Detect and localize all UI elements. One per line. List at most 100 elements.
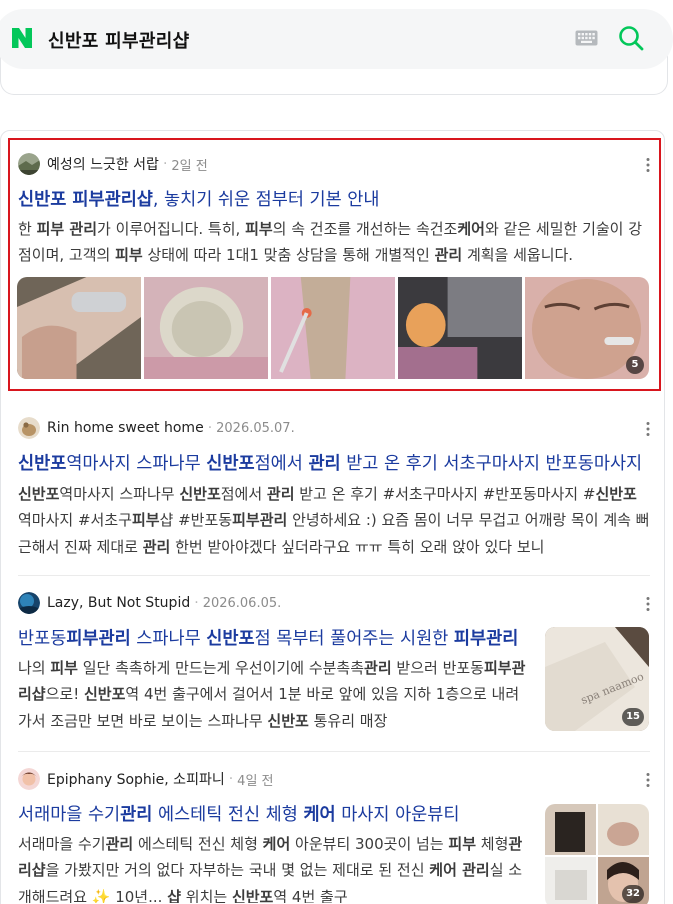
text-segment: , 놓치기 쉬운 점부터 기본 안내 xyxy=(152,190,380,210)
post-date: 4일 전 xyxy=(237,773,274,789)
author-name[interactable]: Rin home sweet home xyxy=(47,420,204,436)
separator: · xyxy=(162,156,168,172)
highlighted-keyword: 피부 xyxy=(50,659,78,677)
image-face-mask[interactable] xyxy=(144,277,268,379)
text-segment: 아운뷰티 300곳이 넘는 xyxy=(290,835,449,853)
text-segment: 스파나무 xyxy=(130,629,207,649)
image-count-badge: 32 xyxy=(622,885,644,903)
text-segment: 의 속 건조를 개선하는 속건조 xyxy=(272,220,458,238)
author-row: Epiphany Sophie, 소피파니 · 4일 전 xyxy=(18,767,274,791)
separator: · xyxy=(207,420,213,436)
text-segment: 샵 #반포동 xyxy=(159,511,233,530)
divider xyxy=(18,575,650,576)
post-date: 2026.06.05. xyxy=(202,595,282,611)
more-options-icon[interactable] xyxy=(645,157,651,173)
image-face-light[interactable] xyxy=(398,277,522,379)
highlighted-keyword: 관리 xyxy=(266,485,295,503)
result-title[interactable]: 신반포역마사지 스파나무 신반포점에서 관리 받고 온 후기 서초구마사지 반포… xyxy=(18,452,648,476)
author-name[interactable]: 예성의 느긋한 서랍 xyxy=(47,154,159,174)
text-segment: 서래마을 수기 xyxy=(18,805,121,825)
more-options-icon[interactable] xyxy=(645,596,651,612)
highlighted-keyword: 관리 xyxy=(364,659,392,677)
keyboard-icon[interactable] xyxy=(575,30,598,46)
result-snippet[interactable]: 신반포역마사지 스파나무 신반포점에서 관리 받고 온 후기 #서초구마사지 #… xyxy=(18,481,650,560)
highlighted-keyword: 케어 xyxy=(262,835,291,853)
highlighted-keyword: 케어 xyxy=(303,805,336,825)
separator: · xyxy=(228,771,234,787)
text-segment: 받고 온 후기 서초구마사지 반포동마사지 xyxy=(340,454,643,474)
highlighted-keyword: 샵 xyxy=(167,887,181,903)
author-row: Lazy, But Not Stupid · 2026.06.05. xyxy=(18,591,281,615)
text-segment: 에스테틱 전신 체형 xyxy=(152,805,304,825)
more-options-icon[interactable] xyxy=(645,772,651,788)
separator: · xyxy=(194,595,199,611)
result-snippet[interactable]: 나의 피부 일단 촉촉하게 만드는게 우선이기에 수분촉촉관리 받으러 반포동피… xyxy=(18,655,528,734)
text-segment: 서래마을 수기 xyxy=(18,835,106,853)
text-segment: 을 가봤지만 거의 없다 자부하는 국내 몇 없는 제대로 된 전신 xyxy=(45,861,430,880)
text-segment: 받고 온 후기 #서초구마사지 #반포동마사지 # xyxy=(294,485,596,503)
text-segment: 받으러 반포동 xyxy=(391,659,484,677)
highlighted-keyword: 케어 관리 xyxy=(429,861,490,880)
highlighted-keyword: 신반포 피부관리샵 xyxy=(18,190,153,210)
text-segment: 체형 xyxy=(476,835,509,853)
text-segment: 점에서 xyxy=(254,454,309,474)
text-segment: 마사지 아운뷰티 xyxy=(335,805,460,825)
highlighted-keyword: 신반포 xyxy=(595,485,637,503)
text-segment: 역마사지 #서초구 xyxy=(18,511,132,530)
image-strip[interactable]: 5 xyxy=(17,277,649,379)
author-row: 예성의 느긋한 서랍 · 2일 전 xyxy=(18,152,208,176)
search-icon[interactable] xyxy=(618,25,644,51)
highlighted-keyword: 피부 xyxy=(245,220,273,238)
result-title[interactable]: 서래마을 수기관리 에스테틱 전신 체형 케어 마사지 아운뷰티 xyxy=(18,803,530,827)
highlighted-keyword: 관리 xyxy=(105,835,134,853)
avatar[interactable] xyxy=(18,768,40,790)
image-hand-treatment[interactable] xyxy=(17,277,141,379)
text-segment: 가 이루어집니다. 특히, xyxy=(97,220,246,238)
result-title[interactable]: 신반포 피부관리샵, 놓치기 쉬운 점부터 기본 안내 xyxy=(18,188,648,212)
author-name[interactable]: Epiphany Sophie, 소피파니 xyxy=(47,769,225,789)
highlighted-keyword: 피부 xyxy=(115,246,143,265)
avatar[interactable] xyxy=(18,153,40,175)
text-segment: 점 목부터 풀어주는 시원한 xyxy=(254,629,454,649)
highlighted-keyword: 피부관리 xyxy=(453,629,519,649)
highlighted-keyword: 피부관리 xyxy=(66,629,131,649)
naver-logo[interactable] xyxy=(10,26,34,50)
post-date: 2026.05.07. xyxy=(216,420,295,436)
author-row: Rin home sweet home · 2026.05.07. xyxy=(18,416,295,440)
text-segment: 일단 촉촉하게 만드는게 우선이기에 수분촉촉 xyxy=(77,659,365,677)
result-snippet[interactable]: 서래마을 수기관리 에스테틱 전신 체형 케어 아운뷰티 300곳이 넘는 피부… xyxy=(18,831,528,903)
highlighted-keyword: 관리 xyxy=(434,246,463,265)
result-title[interactable]: 반포동피부관리 스파나무 신반포점 목부터 풀어주는 시원한 피부관리 xyxy=(18,627,530,651)
result-snippet[interactable]: 한 피부 관리가 이루어집니다. 특히, 피부의 속 건조를 개선하는 속건조케… xyxy=(18,216,650,269)
result-thumbnail[interactable]: 32 xyxy=(545,804,649,904)
highlighted-keyword: 신반포 xyxy=(206,629,255,649)
result-thumbnail[interactable]: spa naamoo 15 xyxy=(545,627,649,731)
author-name[interactable]: Lazy, But Not Stupid xyxy=(47,595,190,611)
text-segment: 역마사지 스파나무 xyxy=(66,454,207,474)
highlighted-keyword: 관리 xyxy=(308,454,341,474)
highlighted-keyword: 관리 xyxy=(142,537,171,556)
image-count-badge: 15 xyxy=(622,708,644,726)
highlighted-keyword: 신반포 xyxy=(18,454,67,474)
more-options-icon[interactable] xyxy=(645,421,651,437)
highlighted-keyword: 신반포 xyxy=(267,711,309,730)
search-bar: 신반포 피부관리샵 xyxy=(0,9,673,69)
text-segment: 위치는 xyxy=(181,887,232,903)
text-segment: 역 4번 출구 xyxy=(273,887,348,903)
text-segment: 으로! xyxy=(45,685,84,704)
text-segment: 통유리 매장 xyxy=(308,711,388,730)
image-leg-device[interactable] xyxy=(271,277,395,379)
avatar[interactable] xyxy=(18,417,40,439)
search-input[interactable]: 신반포 피부관리샵 xyxy=(48,27,189,53)
highlighted-keyword: 관리 xyxy=(120,805,153,825)
text-segment: 상태에 따라 1대1 맞춤 상담을 통해 개별적인 xyxy=(142,246,435,265)
highlighted-keyword: 케어 xyxy=(457,220,485,238)
highlighted-keyword: 신반포 xyxy=(18,485,60,503)
highlighted-keyword: 신반포 xyxy=(206,454,255,474)
text-segment: 한번 받아야겠다 싶더라구요 ㅠㅠ 특히 오래 앉아 있다 보니 xyxy=(170,537,545,556)
text-segment: 나의 xyxy=(18,659,51,677)
text-segment: 점에서 xyxy=(220,485,267,503)
text-segment: 계획을 세웁니다. xyxy=(462,246,574,265)
avatar[interactable] xyxy=(18,592,40,614)
image-face-care[interactable]: 5 xyxy=(525,277,649,379)
